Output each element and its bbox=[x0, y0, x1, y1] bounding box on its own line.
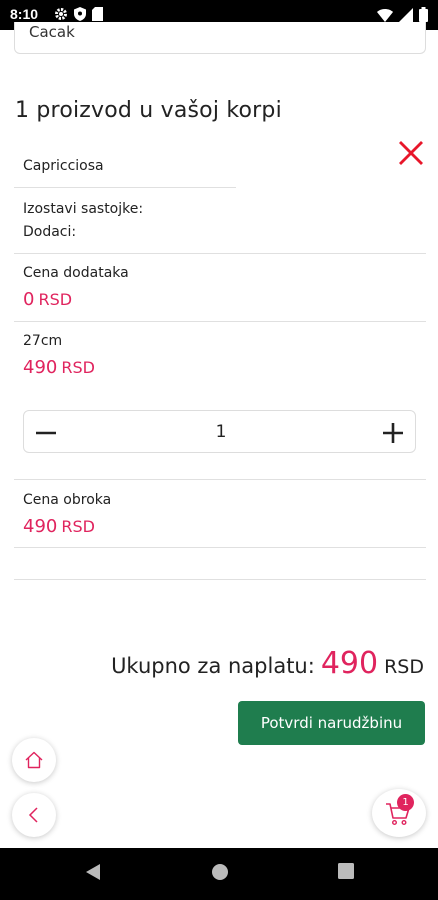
meal-price-label: Cena obroka bbox=[23, 492, 112, 508]
extras-price-label: Cena dodataka bbox=[23, 265, 129, 281]
divider bbox=[14, 547, 426, 548]
city-field-value: Cacak bbox=[29, 23, 75, 41]
nav-recents-icon[interactable] bbox=[337, 862, 355, 880]
back-button[interactable] bbox=[12, 793, 56, 837]
home-icon bbox=[25, 751, 43, 769]
minus-icon bbox=[36, 431, 56, 435]
total-label: Ukupno za naplatu: bbox=[111, 654, 315, 678]
divider bbox=[14, 253, 426, 254]
remove-item-button[interactable] bbox=[396, 138, 426, 168]
extras-price: 0 RSD bbox=[23, 289, 72, 310]
status-time: 8:10 bbox=[10, 6, 39, 22]
increase-quantity-button[interactable] bbox=[379, 419, 407, 447]
close-icon bbox=[399, 141, 423, 165]
nav-home-icon[interactable] bbox=[210, 862, 230, 882]
plus-icon bbox=[383, 423, 403, 443]
divider bbox=[14, 579, 426, 580]
quantity-value: 1 bbox=[215, 422, 227, 442]
divider bbox=[14, 321, 426, 322]
total-to-pay: Ukupno za naplatu: 490 RSD bbox=[111, 646, 424, 681]
wifi-icon bbox=[377, 8, 393, 22]
remove-ingredients-label: Izostavi sastojke: bbox=[23, 201, 144, 217]
size-price: 490 RSD bbox=[23, 357, 95, 378]
status-right-icons bbox=[377, 7, 428, 22]
signal-icon bbox=[399, 7, 413, 22]
meal-price: 490 RSD bbox=[23, 516, 95, 537]
system-nav-bar bbox=[0, 848, 438, 900]
extras-label: Dodaci: bbox=[23, 224, 77, 240]
battery-icon bbox=[419, 7, 428, 22]
item-name-divider bbox=[14, 187, 236, 188]
size-price-value: 490 bbox=[23, 357, 58, 378]
shield-icon bbox=[74, 7, 86, 21]
size-price-currency: RSD bbox=[61, 358, 95, 377]
home-button[interactable] bbox=[12, 738, 56, 782]
meal-price-currency: RSD bbox=[61, 517, 95, 536]
city-field[interactable]: Cacak bbox=[14, 22, 426, 54]
settings-icon bbox=[55, 8, 67, 20]
sim-icon bbox=[92, 7, 103, 21]
extras-price-currency: RSD bbox=[38, 290, 73, 309]
back-chevron-icon bbox=[28, 807, 38, 823]
meal-price-value: 490 bbox=[23, 516, 58, 537]
extras-price-value: 0 bbox=[23, 289, 35, 310]
total-currency: RSD bbox=[384, 656, 424, 678]
decrease-quantity-button[interactable] bbox=[32, 419, 60, 447]
divider bbox=[14, 479, 426, 480]
total-amount: 490 bbox=[320, 646, 379, 681]
status-left-icons bbox=[54, 7, 103, 21]
cart-heading: 1 proizvod u vašoj korpi bbox=[15, 98, 282, 123]
cart-count-badge: 1 bbox=[397, 794, 414, 811]
quantity-stepper[interactable]: 1 bbox=[23, 410, 416, 453]
item-name: Capricciosa bbox=[23, 158, 104, 174]
nav-back-icon[interactable] bbox=[84, 862, 102, 882]
confirm-order-button[interactable]: Potvrdi narudžbinu bbox=[238, 701, 425, 745]
size-label: 27cm bbox=[23, 333, 63, 349]
